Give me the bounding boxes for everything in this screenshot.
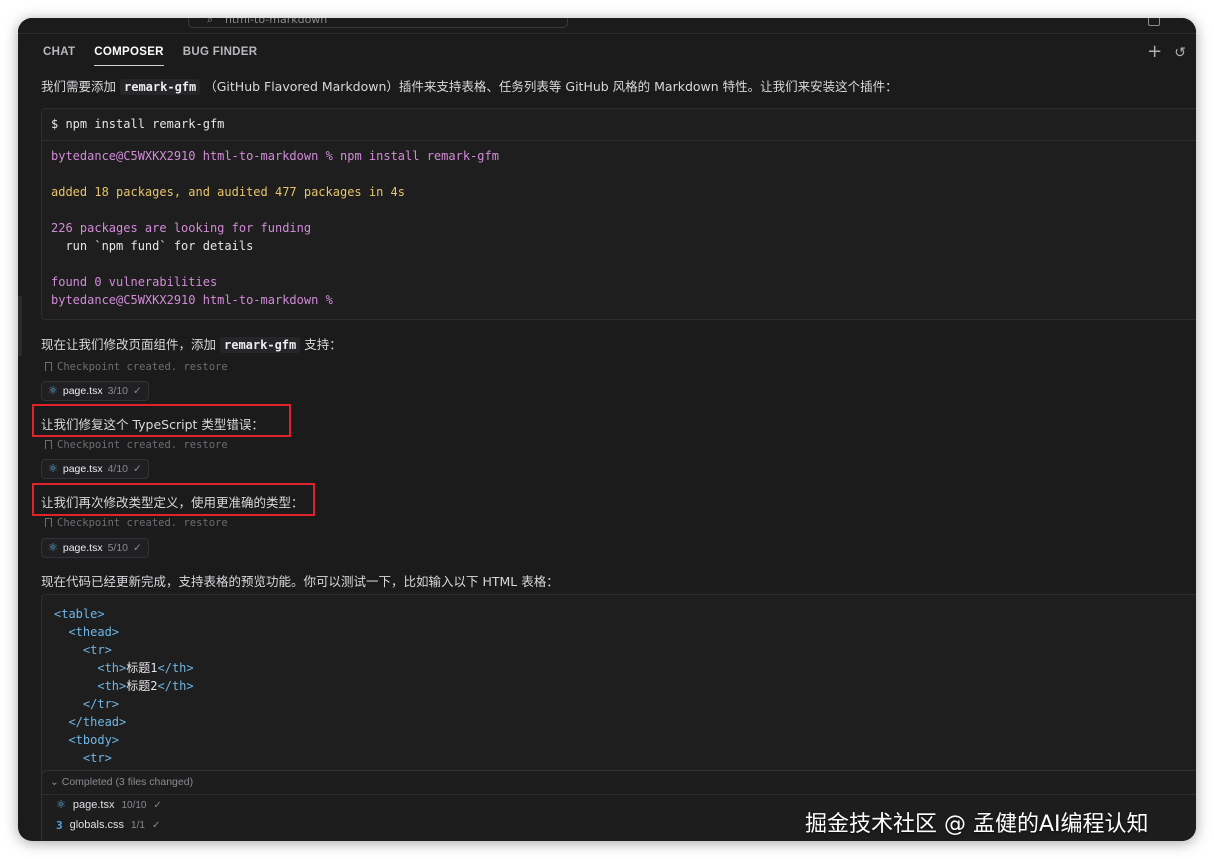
checkpoint-notice: Checkpoint created. restore [45,439,228,451]
check-icon: ✓ [153,799,162,811]
restore-link[interactable]: restore [183,439,227,451]
new-composer-icon[interactable]: + [1147,43,1162,63]
terminal-output: $ npm install remark-gfm bytedance@C5WXK… [41,108,1196,320]
react-icon: ⚛ [48,541,58,554]
code-block: <table> <thead> <tr> <th>标题1</th> <th>标题… [41,594,1196,794]
assistant-message: 现在代码已经更新完成，支持表格的预览功能。你可以测试一下，比如输入以下 HTML… [41,574,559,589]
file-chip[interactable]: ⚛ page.tsx 4/10 ✓ [41,459,149,479]
history-icon[interactable]: ↺ [1174,43,1186,63]
scroll-rail[interactable] [18,296,22,356]
app-window: ⌕ html-to-markdown CHAT COMPOSER BUG FIN… [18,18,1196,841]
tab-actions: + ↺ [1147,43,1186,63]
layout-icon[interactable] [1148,18,1160,26]
tab-bug-finder[interactable]: BUG FINDER [183,46,258,66]
react-icon: ⚛ [48,462,58,475]
bookmark-icon [45,518,52,527]
search-icon: ⌕ [207,18,214,26]
file-chip[interactable]: ⚛ page.tsx 3/10 ✓ [41,381,149,401]
inline-code: remark-gfm [220,337,301,353]
restore-link[interactable]: restore [183,361,227,373]
check-icon: ✓ [151,819,161,831]
assistant-message: 我们需要添加 remark-gfm （GitHub Flavored Markd… [41,79,898,95]
file-chip[interactable]: ⚛ page.tsx 5/10 ✓ [41,538,149,558]
tab-composer[interactable]: COMPOSER [94,46,164,66]
bookmark-icon [45,440,52,449]
bookmark-icon [45,362,52,371]
check-icon: ✓ [133,542,142,554]
terminal-body: bytedance@C5WXKX2910 html-to-markdown % … [51,149,499,307]
check-icon: ✓ [133,385,142,397]
command-search[interactable]: ⌕ html-to-markdown [188,18,568,28]
highlight-box [32,483,315,516]
react-icon: ⚛ [56,798,66,811]
completed-header[interactable]: ⌄ Completed (3 files changed) [42,771,1196,795]
assistant-message: 现在让我们修改页面组件，添加 remark-gfm 支持： [41,337,342,353]
watermark: 掘金技术社区 @ 孟健的AI编程认知 [805,812,1149,837]
panel-tabs: CHAT COMPOSER BUG FINDER [43,46,276,66]
tab-chat[interactable]: CHAT [43,46,75,66]
css-file-icon: 3 [56,818,63,832]
react-icon: ⚛ [48,384,58,397]
inline-code: remark-gfm [120,79,201,95]
terminal-command: $ npm install remark-gfm [42,109,1196,141]
check-icon: ✓ [133,463,142,475]
titlebar: ⌕ html-to-markdown [18,18,1196,34]
restore-link[interactable]: restore [183,517,227,529]
checkpoint-notice: Checkpoint created. restore [45,361,228,373]
checkpoint-notice: Checkpoint created. restore [45,517,228,529]
highlight-box [32,404,291,437]
chevron-down-icon: ⌄ [50,776,59,788]
